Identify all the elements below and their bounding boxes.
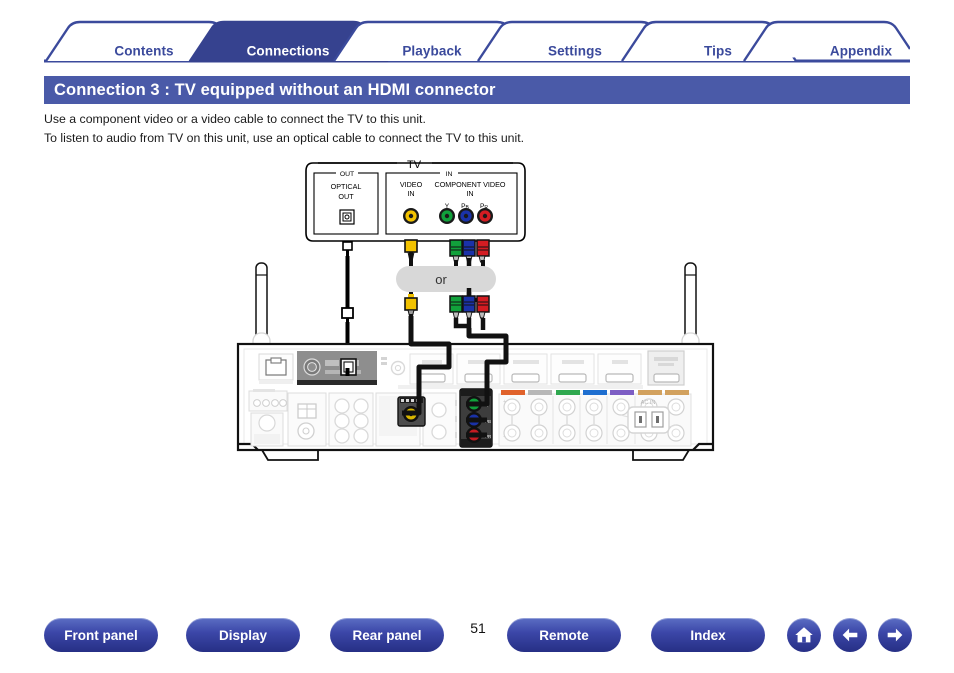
tv-optical-label-2: OUT bbox=[338, 192, 354, 201]
tv-optical-label-1: OPTICAL bbox=[331, 182, 362, 191]
tv-out-group-label: OUT bbox=[340, 171, 354, 178]
tv-video-jack bbox=[403, 208, 419, 224]
remote-button[interactable]: Remote bbox=[507, 618, 621, 652]
intro-paragraph-2: To listen to audio from TV on this unit,… bbox=[44, 131, 525, 145]
front-panel-button[interactable]: Front panel bbox=[44, 618, 158, 652]
page-title-bar: Connection 3 : TV equipped without an HD… bbox=[44, 76, 910, 104]
tv-video-label-1: VIDEO bbox=[400, 180, 423, 189]
arrow-left-icon[interactable] bbox=[833, 618, 867, 652]
page-number: 51 bbox=[470, 620, 486, 636]
tv-title: TV bbox=[407, 159, 422, 171]
ac-in-label: AC IN bbox=[641, 400, 656, 406]
rear-panel-button[interactable]: Rear panel bbox=[330, 618, 444, 652]
tab-tips[interactable]: Tips bbox=[704, 44, 732, 59]
home-glyph bbox=[795, 627, 813, 643]
page-title: Connection 3 : TV equipped without an HD… bbox=[54, 80, 496, 99]
tv-component-jack-y bbox=[439, 208, 455, 224]
tab-contents[interactable]: Contents bbox=[114, 44, 173, 59]
tab-bar-shapes bbox=[44, 20, 910, 63]
tab-appendix[interactable]: Appendix bbox=[830, 44, 892, 59]
tv-video-label-2: IN bbox=[407, 189, 414, 198]
connection-diagram: TV OUT OPTICAL OUT IN VIDEO IN COMPONENT… bbox=[0, 148, 954, 478]
component-video-cable-bottom bbox=[449, 288, 490, 334]
tv-component-jack-pb bbox=[458, 208, 474, 224]
svg-text:−: − bbox=[503, 434, 506, 440]
arrow-left-glyph bbox=[842, 628, 858, 642]
tv-component-jack-pr bbox=[477, 208, 493, 224]
tv-panel: TV OUT OPTICAL OUT IN VIDEO IN COMPONENT… bbox=[305, 159, 526, 242]
top-tab-bar[interactable]: Contents Connections Playback Settings T… bbox=[44, 18, 910, 63]
connection-diagram-svg: TV OUT OPTICAL OUT IN VIDEO IN COMPONENT… bbox=[236, 159, 715, 461]
display-button[interactable]: Display bbox=[186, 618, 300, 652]
index-button[interactable]: Index bbox=[651, 618, 765, 652]
arrow-right-icon[interactable] bbox=[878, 618, 912, 652]
or-badge-label: or bbox=[435, 272, 447, 287]
tab-connections[interactable]: Connections bbox=[247, 44, 330, 59]
tv-component-label-2: IN bbox=[466, 189, 473, 198]
tv-in-group-label: IN bbox=[446, 171, 453, 178]
tv-component-label-1: COMPONENT VIDEO bbox=[435, 180, 506, 189]
intro-paragraph-1: Use a component video or a video cable t… bbox=[44, 112, 426, 126]
svg-text:+: + bbox=[503, 399, 506, 405]
arrow-right-glyph bbox=[887, 628, 903, 642]
home-icon[interactable] bbox=[787, 618, 821, 652]
tab-playback[interactable]: Playback bbox=[402, 44, 461, 59]
tab-settings[interactable]: Settings bbox=[548, 44, 602, 59]
